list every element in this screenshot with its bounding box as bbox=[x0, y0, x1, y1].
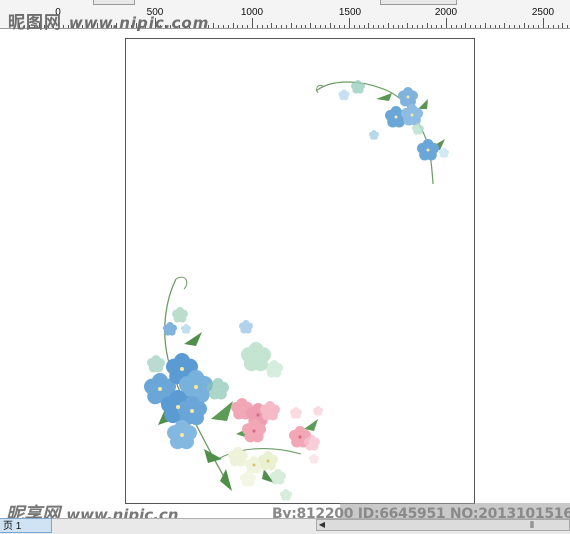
ruler-minor-tick bbox=[227, 25, 229, 28]
ruler-tick bbox=[310, 23, 312, 28]
ruler-minor-tick bbox=[378, 25, 380, 28]
ruler-minor-tick bbox=[237, 25, 239, 28]
ruler-minor-tick bbox=[499, 25, 501, 28]
ruler-minor-tick bbox=[285, 25, 287, 28]
ruler-minor-tick bbox=[567, 25, 569, 28]
ruler-tick bbox=[368, 23, 370, 28]
document-page[interactable] bbox=[125, 38, 475, 504]
ruler-minor-tick bbox=[392, 25, 394, 28]
ruler-label-1000: 1000 bbox=[240, 7, 264, 18]
ruler-minor-tick bbox=[402, 25, 404, 28]
ruler-minor-tick bbox=[247, 25, 249, 28]
ruler-tick bbox=[504, 23, 506, 28]
ruler-minor-tick bbox=[475, 25, 477, 28]
ruler-minor-tick bbox=[363, 25, 365, 28]
ruler-minor-tick bbox=[339, 25, 341, 28]
ruler-minor-tick bbox=[397, 25, 399, 28]
ruler-tick bbox=[387, 23, 389, 28]
watermark-top-brand: 昵图网 bbox=[8, 13, 62, 33]
ruler-tick bbox=[349, 18, 350, 28]
ruler-minor-tick bbox=[421, 25, 423, 28]
toolbar-field-stub[interactable] bbox=[93, 0, 135, 5]
ruler-tick bbox=[232, 23, 234, 28]
ruler-tick bbox=[446, 18, 447, 28]
ruler-minor-tick bbox=[305, 25, 307, 28]
ruler-minor-tick bbox=[416, 25, 418, 28]
ruler-label-1500: 1500 bbox=[338, 7, 362, 18]
ruler-tick bbox=[290, 23, 292, 28]
ruler-minor-tick bbox=[276, 25, 278, 28]
ruler-minor-tick bbox=[319, 25, 321, 28]
ruler-label-2500: 2500 bbox=[531, 7, 555, 18]
ruler-minor-tick bbox=[281, 25, 283, 28]
ruler-minor-tick bbox=[538, 25, 540, 28]
ruler-minor-tick bbox=[266, 25, 268, 28]
ruler-minor-tick bbox=[373, 25, 375, 28]
floral-artwork bbox=[144, 80, 449, 501]
ruler-minor-tick bbox=[552, 25, 554, 28]
ruler-minor-tick bbox=[353, 25, 355, 28]
ruler-tick bbox=[213, 23, 215, 28]
scroll-left-arrow-icon[interactable]: ◀ bbox=[316, 519, 328, 531]
ruler-tick bbox=[465, 23, 467, 28]
ruler-minor-tick bbox=[315, 25, 317, 28]
ruler-minor-tick bbox=[460, 25, 462, 28]
ruler-minor-tick bbox=[479, 25, 481, 28]
toolbar-field-stub[interactable] bbox=[380, 0, 457, 5]
ruler-minor-tick bbox=[412, 25, 414, 28]
ruler-tick bbox=[252, 18, 253, 28]
watermark-top: 昵图网 www.nipic.com bbox=[8, 8, 209, 33]
ruler-minor-tick bbox=[261, 25, 263, 28]
ruler-tick bbox=[523, 23, 525, 28]
ruler-label-2000: 2000 bbox=[434, 7, 458, 18]
ruler-tick bbox=[562, 23, 564, 28]
flower-spray-bottom-left bbox=[144, 276, 323, 501]
watermark-top-url: www.nipic.com bbox=[68, 14, 210, 32]
ruler-minor-tick bbox=[324, 25, 326, 28]
ruler-minor-tick bbox=[242, 25, 244, 28]
ruler-minor-tick bbox=[470, 25, 472, 28]
ruler-minor-tick bbox=[494, 25, 496, 28]
ruler-minor-tick bbox=[489, 25, 491, 28]
ruler-minor-tick bbox=[300, 25, 302, 28]
ruler-minor-tick bbox=[557, 25, 559, 28]
ruler-minor-tick bbox=[295, 25, 297, 28]
page-tab-1[interactable]: 页 1 bbox=[0, 518, 52, 533]
ruler-tick bbox=[329, 23, 331, 28]
ruler-minor-tick bbox=[222, 25, 224, 28]
ruler-minor-tick bbox=[344, 25, 346, 28]
ruler-tick bbox=[484, 23, 486, 28]
ruler-minor-tick bbox=[441, 25, 443, 28]
ruler-minor-tick bbox=[528, 25, 530, 28]
ruler-minor-tick bbox=[431, 25, 433, 28]
ruler-minor-tick bbox=[509, 25, 511, 28]
ruler-tick bbox=[271, 23, 273, 28]
ruler-minor-tick bbox=[358, 25, 360, 28]
ruler-minor-tick bbox=[334, 25, 336, 28]
ruler-tick bbox=[407, 23, 409, 28]
ruler-minor-tick bbox=[455, 25, 457, 28]
ruler-tick bbox=[426, 23, 428, 28]
flower-spray-top-right bbox=[315, 80, 449, 185]
ruler-minor-tick bbox=[382, 25, 384, 28]
ruler-minor-tick bbox=[518, 25, 520, 28]
ruler-minor-tick bbox=[450, 25, 452, 28]
ruler-minor-tick bbox=[436, 25, 438, 28]
ruler-minor-tick bbox=[513, 25, 515, 28]
ruler-minor-tick bbox=[533, 25, 535, 28]
ruler-tick bbox=[543, 18, 544, 28]
ruler-minor-tick bbox=[256, 25, 258, 28]
ruler-minor-tick bbox=[547, 25, 549, 28]
grip-icon[interactable]: ⦀ bbox=[530, 519, 534, 531]
ruler-minor-tick bbox=[218, 25, 219, 28]
